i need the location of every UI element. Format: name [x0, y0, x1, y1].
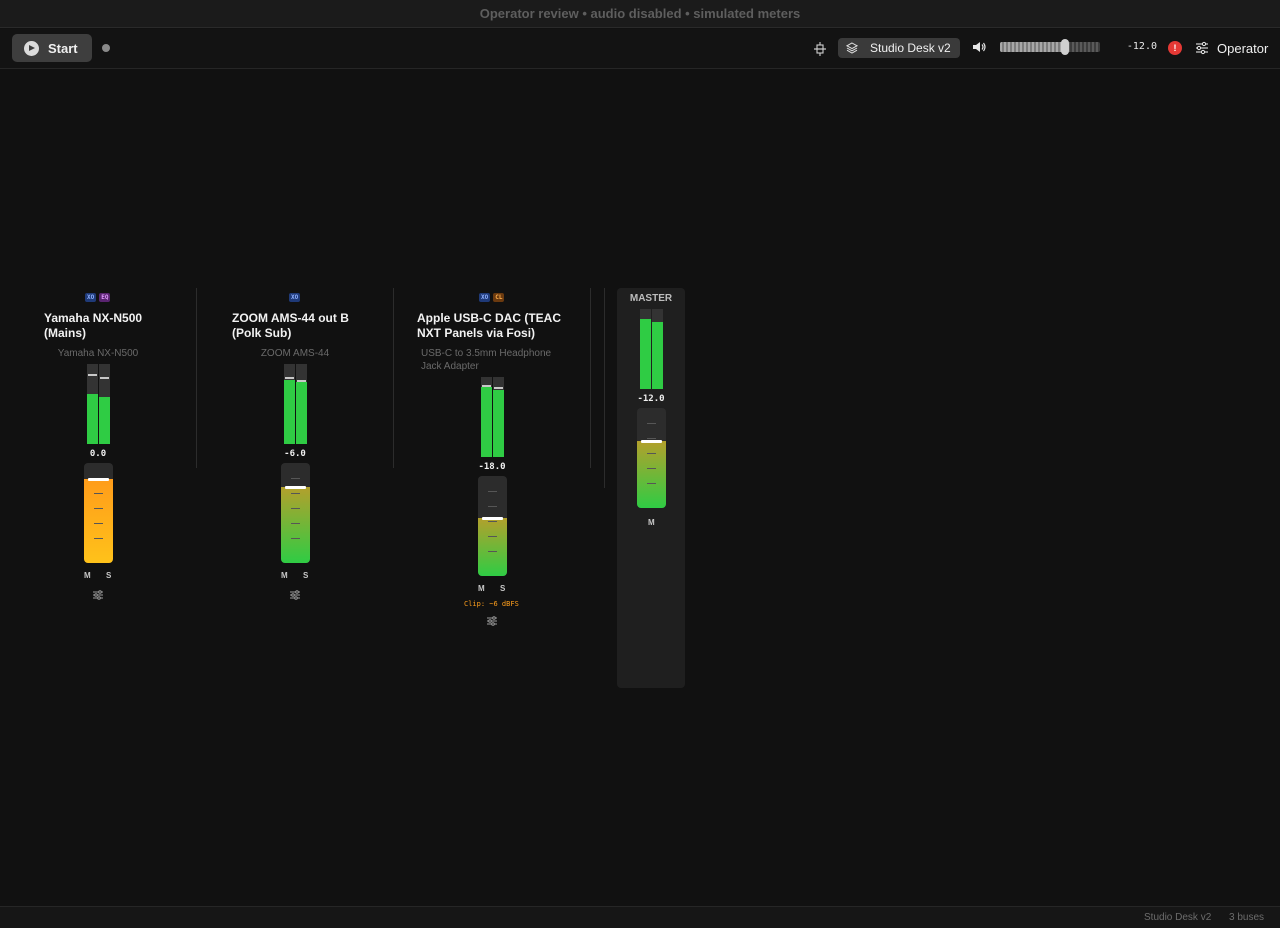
fader-tick	[647, 438, 656, 439]
strip-1-meter-right	[99, 364, 110, 444]
crossover-badge: XO	[85, 293, 97, 302]
fader-tick	[488, 536, 497, 537]
operator-menu[interactable]: Operator	[1217, 41, 1268, 56]
strip-1-device: Yamaha NX-N500	[57, 348, 139, 359]
strip-divider	[196, 288, 197, 468]
master-gain-value: -12.0	[637, 394, 665, 404]
strip-divider	[590, 288, 591, 468]
master-divider	[604, 288, 605, 488]
start-button[interactable]: Start	[12, 34, 92, 62]
fader-tick	[291, 493, 300, 494]
fader-tick	[291, 523, 300, 524]
split-icon[interactable]	[812, 41, 828, 57]
fader-tick	[94, 493, 103, 494]
strip-3-gain-value: -18.0	[478, 462, 506, 472]
speaker-icon[interactable]	[971, 40, 987, 54]
start-button-label: Start	[48, 40, 78, 56]
crossover-badge: XO	[479, 293, 491, 302]
status-bar: Studio Desk v2 3 buses	[0, 906, 1280, 928]
strip-3-meter-right	[493, 377, 504, 457]
toolbar: Start Studio Desk v2 -12.0 ! Operator	[0, 29, 1280, 69]
crossover-badge: XO	[289, 293, 301, 302]
strip-1-solo-button[interactable]: S	[106, 571, 111, 580]
strip-2-badges: XO	[289, 293, 301, 302]
play-icon	[24, 40, 39, 56]
strip-1-gain-value: 0.0	[89, 449, 107, 459]
strip-2-mute-button[interactable]: M	[281, 571, 288, 580]
eq-badge: EQ	[99, 293, 111, 302]
fader-cap[interactable]	[482, 517, 503, 520]
strip-3-name: Apple USB-C DAC (TEAC NXT Panels via Fos…	[417, 311, 561, 340]
strip-3-clip-note: Clip: ~6 dBFS	[464, 600, 519, 608]
fader-tick	[94, 508, 103, 509]
strip-3-badges: XO CL	[479, 293, 505, 302]
fader-fill	[637, 441, 666, 508]
fader-tick	[488, 521, 497, 522]
preset-name: Studio Desk v2	[870, 41, 951, 55]
strip-2-meter-left	[284, 364, 295, 444]
sliders-icon[interactable]	[1195, 41, 1209, 55]
strip-3-settings-icon[interactable]	[486, 613, 498, 626]
fader-tick	[94, 538, 103, 539]
strip-2-name: ZOOM AMS-44 out B (Polk Sub)	[232, 311, 349, 340]
fader-tick	[647, 468, 656, 469]
strip-1-settings-icon[interactable]	[92, 587, 104, 600]
strip-2-settings-icon[interactable]	[289, 587, 301, 600]
layers-icon	[846, 42, 858, 54]
strip-divider	[393, 288, 394, 468]
strip-1-badges: XO EQ	[85, 293, 111, 302]
fader-tick	[291, 508, 300, 509]
master-volume-value: -12.0	[1126, 41, 1157, 52]
strip-1-fader[interactable]	[84, 463, 113, 563]
strip-3-mute-button[interactable]: M	[478, 584, 485, 593]
strip-3-solo-button[interactable]: S	[500, 584, 505, 593]
master-volume-knob[interactable]	[1061, 39, 1069, 55]
footer-bus-count: 3 buses	[1229, 912, 1265, 923]
strip-2-solo-button[interactable]: S	[303, 571, 308, 580]
strip-3-device: USB-C to 3.5mm Headphone Jack Adapter	[421, 348, 552, 372]
master-meter-right	[652, 309, 663, 389]
strip-3-meter-left	[481, 377, 492, 457]
clip-limiter-badge: CL	[493, 293, 505, 302]
fader-cap[interactable]	[641, 440, 662, 443]
master-volume-slider[interactable]	[1000, 39, 1100, 55]
master-volume-fill	[1000, 42, 1065, 52]
master-mute-button[interactable]: M	[648, 518, 655, 527]
status-indicator	[102, 44, 110, 52]
master-title: MASTER	[629, 293, 673, 304]
footer-preset: Studio Desk v2	[1144, 912, 1212, 923]
strip-2-device: ZOOM AMS-44	[260, 348, 330, 359]
fader-cap[interactable]	[88, 478, 109, 481]
fader-tick	[291, 478, 300, 479]
window-titlebar: Operator review • audio disabled • simul…	[0, 0, 1280, 28]
fader-tick	[94, 523, 103, 524]
fader-tick	[647, 453, 656, 454]
strip-1-meter-left	[87, 364, 98, 444]
fader-tick	[488, 491, 497, 492]
preset-selector[interactable]: Studio Desk v2	[838, 38, 960, 58]
fader-tick	[488, 506, 497, 507]
fader-fill	[84, 479, 113, 563]
strip-2-gain-value: -6.0	[284, 449, 306, 459]
fader-fill	[478, 518, 507, 576]
strip-2-fader[interactable]	[281, 463, 310, 563]
strip-1-name: Yamaha NX-N500 (Mains)	[44, 311, 143, 340]
strip-1-mute-button[interactable]: M	[84, 571, 91, 580]
fader-tick	[647, 423, 656, 424]
fader-fill	[281, 487, 310, 563]
fader-tick	[291, 538, 300, 539]
fader-tick	[647, 483, 656, 484]
fader-tick	[488, 551, 497, 552]
strip-2-meter-right	[296, 364, 307, 444]
window-title: Operator review • audio disabled • simul…	[479, 6, 801, 21]
master-meter-left	[640, 309, 651, 389]
alert-icon[interactable]: !	[1168, 41, 1182, 55]
master-fader[interactable]	[637, 408, 666, 508]
fader-cap[interactable]	[285, 486, 306, 489]
strip-3-fader[interactable]	[478, 476, 507, 576]
